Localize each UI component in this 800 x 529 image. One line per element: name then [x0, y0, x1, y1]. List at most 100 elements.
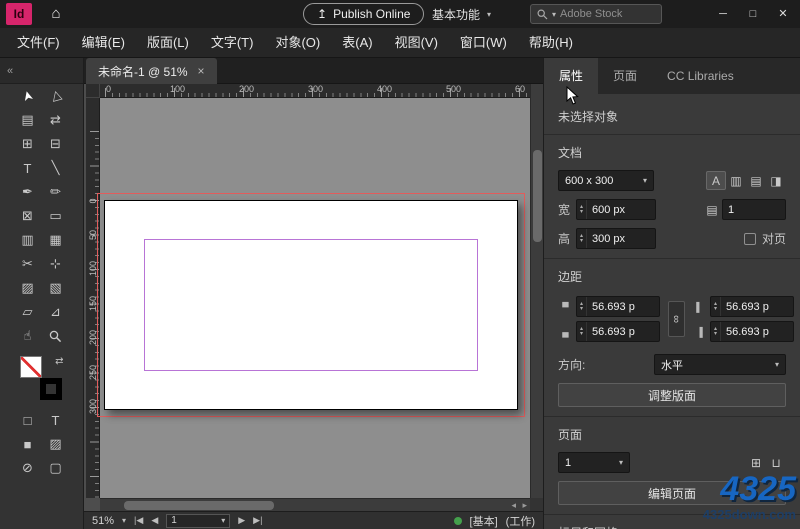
menu-help[interactable]: 帮助(H) [518, 28, 584, 58]
rectangle-frame-tool[interactable]: ⊠ [14, 204, 42, 228]
delete-page-button[interactable]: ⊔ [766, 453, 786, 472]
apply-color-button[interactable]: ■ [14, 432, 42, 456]
indesign-logo-icon[interactable]: Id [6, 3, 32, 25]
workspace-status[interactable]: (工作) [506, 513, 535, 529]
bottom-margin-field[interactable]: ▴ ▾ 56.693 p [576, 321, 660, 342]
vertical-scrollbar-thumb[interactable] [533, 150, 542, 242]
minimize-button[interactable]: ─ [710, 4, 736, 24]
workspace-switcher[interactable]: 基本功能 ▾ [432, 6, 491, 23]
close-button[interactable]: ✕ [770, 4, 796, 24]
hand-tool[interactable]: ☝ [14, 324, 42, 348]
facing-pages-icon-button[interactable]: ▥ [726, 171, 746, 190]
next-page-button[interactable]: ▶ [238, 515, 245, 526]
menu-table[interactable]: 表(A) [331, 28, 383, 58]
eyedropper-tool[interactable]: ⊿ [42, 300, 70, 324]
height-field[interactable]: ▴ ▾ 300 px [576, 228, 656, 249]
right-margin-field[interactable]: ▴ ▾ 56.693 p [710, 321, 794, 342]
edit-pages-button[interactable]: 编辑页面 [558, 481, 786, 505]
adjust-layout-button[interactable]: 调整版面 [558, 383, 786, 407]
ruler-origin-corner[interactable] [86, 84, 100, 98]
document-setup-button[interactable]: A [706, 171, 726, 190]
left-margin-field[interactable]: ▴ ▾ 56.693 p [710, 296, 794, 317]
horizontal-scrollbar-thumb[interactable] [124, 501, 274, 510]
swap-fill-stroke-icon[interactable]: ⇄ [55, 356, 63, 367]
bottom-margin-stepper[interactable]: ▴ ▾ [577, 322, 588, 341]
menu-view[interactable]: 视图(V) [384, 28, 449, 58]
preflight-profile[interactable]: [基本] [470, 513, 498, 529]
add-page-button[interactable]: ⊞ [746, 453, 766, 472]
apply-none-button[interactable]: ⊘ [14, 456, 42, 480]
bottom-margin-value: 56.693 p [592, 325, 635, 338]
formatting-affects-text-button[interactable]: T [42, 408, 70, 432]
page-number-dropdown[interactable]: 1 ▾ [166, 513, 231, 528]
height-stepper[interactable]: ▴ ▾ [577, 229, 588, 248]
grid-tool[interactable]: ▦ [42, 228, 70, 252]
direction-select[interactable]: 水平 ▾ [654, 354, 786, 375]
adobe-stock-search[interactable]: ▾ [530, 4, 662, 24]
page-tool[interactable]: ▤ [14, 108, 42, 132]
note-tool[interactable]: ▱ [14, 300, 42, 324]
facing-pages-checkbox[interactable] [743, 232, 756, 245]
previous-page-button[interactable]: ◀ [151, 515, 158, 526]
formatting-affects-container-button[interactable]: □ [14, 408, 42, 432]
current-page-select[interactable]: 1 ▾ [558, 452, 630, 473]
tab-close-icon[interactable]: × [198, 64, 205, 78]
document-tab[interactable]: 未命名-1 @ 51% × [86, 58, 217, 84]
publish-online-button[interactable]: ↥ Publish Online [303, 3, 425, 25]
content-placer-tool[interactable]: ⊟ [42, 132, 70, 156]
link-margins-button[interactable]: ∞ [667, 301, 685, 337]
zoom-chevron-icon[interactable]: ▾ [122, 516, 126, 525]
search-input[interactable] [560, 8, 645, 20]
menu-object[interactable]: 对象(O) [264, 28, 331, 58]
gap-tool[interactable]: ⇄ [42, 108, 70, 132]
fill-swatch[interactable] [19, 356, 42, 378]
left-margin-stepper[interactable]: ▴ ▾ [711, 297, 722, 316]
screen-mode-button[interactable]: ▢ [42, 456, 70, 480]
menu-window[interactable]: 窗口(W) [449, 28, 518, 58]
page-count-field[interactable]: 1 [722, 199, 786, 220]
top-margin-stepper[interactable]: ▴ ▾ [577, 297, 588, 316]
top-margin-field[interactable]: ▴ ▾ 56.693 p [576, 296, 660, 317]
tab-pages[interactable]: 页面 [598, 58, 652, 94]
menu-edit[interactable]: 编辑(E) [71, 28, 136, 58]
last-page-button[interactable]: ▶| [253, 515, 262, 526]
right-margin-stepper[interactable]: ▴ ▾ [711, 322, 722, 341]
gradient-swatch-tool[interactable]: ▨ [14, 276, 42, 300]
home-icon[interactable]: ⌂ [44, 4, 68, 24]
vertical-scrollbar[interactable] [530, 84, 543, 498]
search-scope-chevron-icon[interactable]: ▾ [552, 10, 556, 19]
frame-grid-tool[interactable]: ▥ [14, 228, 42, 252]
rectangle-tool[interactable]: ▭ [42, 204, 70, 228]
columns-icon-button[interactable]: ▤ [746, 171, 766, 190]
first-page-button[interactable]: |◀ [134, 515, 143, 526]
type-tool[interactable]: T [14, 156, 42, 180]
collapse-panel-icon[interactable]: « [7, 65, 13, 77]
pencil-tool[interactable]: ✏ [42, 180, 70, 204]
document-page[interactable] [104, 200, 518, 410]
horizontal-ruler[interactable]: 0 100 200 300 400 500 60 [100, 84, 530, 98]
width-stepper[interactable]: ▴ ▾ [577, 200, 588, 219]
stroke-swatch[interactable] [39, 378, 62, 400]
pasteboard[interactable] [97, 98, 530, 498]
zoom-tool[interactable] [42, 324, 70, 348]
maximize-button[interactable]: □ [740, 4, 766, 24]
menu-layout[interactable]: 版面(L) [136, 28, 200, 58]
menu-file[interactable]: 文件(F) [6, 28, 71, 58]
content-collector-tool[interactable]: ⊞ [14, 132, 42, 156]
width-field[interactable]: ▴ ▾ 600 px [576, 199, 656, 220]
menu-type[interactable]: 文字(T) [200, 28, 265, 58]
pen-tool[interactable]: ✒ [14, 180, 42, 204]
free-transform-tool[interactable]: ⊹ [42, 252, 70, 276]
page-size-select[interactable]: 600 x 300 ▾ [558, 170, 654, 191]
scroll-left-icon[interactable]: ◂ [511, 500, 516, 511]
apply-gradient-button[interactable]: ▨ [42, 432, 70, 456]
orientation-icon-button[interactable]: ◨ [766, 171, 786, 190]
scroll-right-icon[interactable]: ▸ [522, 500, 527, 511]
horizontal-scrollbar[interactable]: ◂ ▸ [100, 498, 530, 511]
tab-cc-libraries[interactable]: CC Libraries [652, 58, 749, 94]
preflight-status-icon[interactable] [453, 516, 462, 525]
gradient-feather-tool[interactable]: ▧ [42, 276, 70, 300]
line-tool[interactable]: ╲ [42, 156, 70, 180]
zoom-level[interactable]: 51% [92, 515, 114, 527]
scissors-tool[interactable]: ✂ [14, 252, 42, 276]
